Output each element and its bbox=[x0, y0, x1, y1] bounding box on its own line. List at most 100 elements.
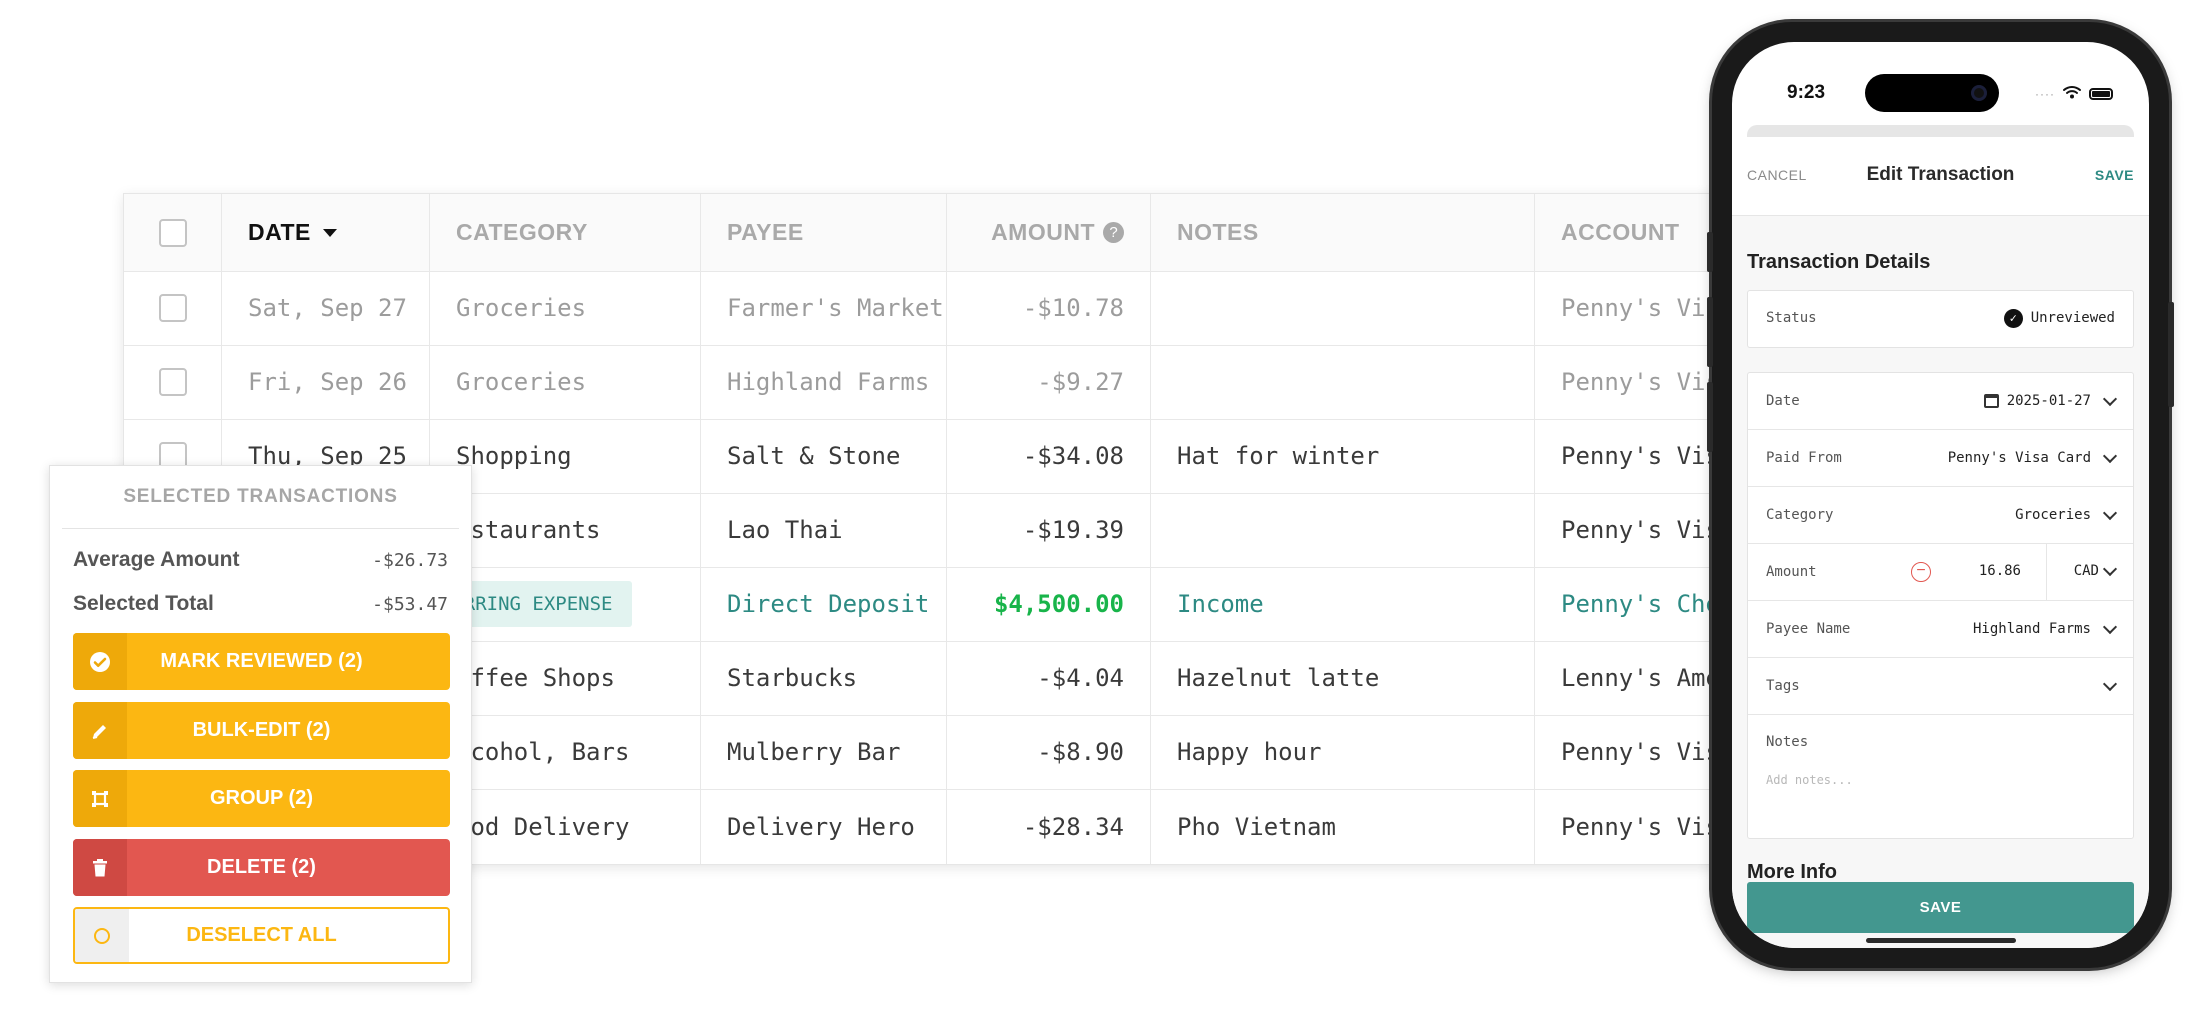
tags-field[interactable]: Tags bbox=[1748, 658, 2133, 715]
header-category[interactable]: CATEGORY bbox=[430, 194, 701, 271]
minus-circle-icon[interactable]: − bbox=[1911, 562, 1931, 582]
cell-category[interactable]: Groceries bbox=[430, 271, 701, 345]
cell-payee[interactable]: Starbucks bbox=[701, 641, 947, 715]
header-notes-label: NOTES bbox=[1177, 219, 1259, 245]
calendar-icon bbox=[1983, 394, 1999, 408]
header-date-label: DATE bbox=[248, 219, 311, 245]
chevron-down-icon bbox=[2102, 505, 2118, 520]
payee-value-wrap: Highland Farms bbox=[1972, 619, 2118, 637]
tags-value-wrap bbox=[2099, 676, 2118, 691]
status-value-wrap: ✓ Unreviewed bbox=[2003, 308, 2115, 328]
cell-payee[interactable]: Lao Thai bbox=[701, 493, 947, 567]
currency-select[interactable]: CAD bbox=[2073, 561, 2118, 579]
battery-icon bbox=[2089, 88, 2113, 100]
edit-transaction-navbar: CANCEL Edit Transaction SAVE bbox=[1732, 137, 2149, 216]
phone-side-button bbox=[1707, 232, 1713, 272]
group-icon bbox=[73, 770, 127, 827]
cell-notes[interactable] bbox=[1151, 271, 1535, 345]
cell-payee[interactable]: Highland Farms bbox=[701, 345, 947, 419]
header-account-label: ACCOUNT bbox=[1561, 219, 1680, 245]
delete-button[interactable]: DELETE (2) bbox=[73, 839, 450, 896]
payee-value: Highland Farms bbox=[1972, 621, 2091, 637]
cell-amount[interactable]: -$19.39 bbox=[947, 493, 1151, 567]
group-button[interactable]: GROUP (2) bbox=[73, 770, 450, 827]
header-date[interactable]: DATE bbox=[222, 194, 430, 271]
paid-from-field[interactable]: Paid From Penny's Visa Card bbox=[1748, 430, 2133, 487]
selected-total-value: -$53.47 bbox=[372, 593, 448, 615]
cell-notes[interactable]: Pho Vietnam bbox=[1151, 789, 1535, 864]
delete-label: DELETE (2) bbox=[207, 856, 316, 878]
row-checkbox[interactable] bbox=[158, 294, 187, 322]
cell-payee[interactable]: Delivery Hero bbox=[701, 789, 947, 864]
cell-amount[interactable]: -$28.34 bbox=[947, 789, 1151, 864]
phone-side-button bbox=[1707, 382, 1713, 452]
save-button[interactable]: SAVE bbox=[1747, 882, 2134, 933]
selected-total-row: Selected Total -$53.47 bbox=[73, 592, 448, 616]
status-icons: ···· bbox=[2035, 84, 2113, 104]
select-all-cell bbox=[124, 194, 222, 271]
bulk-edit-button[interactable]: BULK-EDIT (2) bbox=[73, 702, 450, 759]
mark-reviewed-button[interactable]: MARK REVIEWED (2) bbox=[73, 633, 450, 690]
table-row[interactable]: Sat, Sep 27 Groceries Farmer's Market -$… bbox=[124, 271, 1764, 346]
cell-date[interactable]: Sat, Sep 27 bbox=[222, 271, 430, 345]
paid-from-label: Paid From bbox=[1766, 450, 1842, 466]
chevron-down-icon bbox=[2102, 619, 2118, 634]
chevron-down-icon bbox=[2102, 676, 2118, 691]
header-payee[interactable]: PAYEE bbox=[701, 194, 947, 271]
header-amount[interactable]: AMOUNT? bbox=[947, 194, 1151, 271]
cell-notes[interactable] bbox=[1151, 493, 1535, 567]
cell-payee[interactable]: Farmer's Market bbox=[701, 271, 947, 345]
notes-input[interactable]: Add notes... bbox=[1766, 773, 1853, 787]
chevron-down-icon bbox=[2102, 448, 2118, 463]
cell-amount[interactable]: -$8.90 bbox=[947, 715, 1151, 789]
cell-payee[interactable]: Mulberry Bar bbox=[701, 715, 947, 789]
header-notes[interactable]: NOTES bbox=[1151, 194, 1535, 271]
notes-field[interactable]: Notes Add notes... bbox=[1748, 715, 2133, 836]
cell-notes[interactable]: Hat for winter bbox=[1151, 419, 1535, 493]
deselect-all-button[interactable]: DESELECT ALL bbox=[73, 907, 450, 964]
cell-amount[interactable]: -$10.78 bbox=[947, 271, 1151, 345]
cell-notes[interactable]: Income bbox=[1151, 567, 1535, 641]
check-circle-icon bbox=[73, 633, 127, 690]
save-link-button[interactable]: SAVE bbox=[2095, 167, 2134, 183]
chevron-down-icon bbox=[2102, 391, 2118, 406]
category-label: Category bbox=[1766, 507, 1834, 523]
cell-date[interactable]: Fri, Sep 26 bbox=[222, 345, 430, 419]
cell-notes[interactable]: Hazelnut latte bbox=[1151, 641, 1535, 715]
cell-amount[interactable]: -$9.27 bbox=[947, 345, 1151, 419]
table-row[interactable]: Fri, Sep 26 Groceries Highland Farms -$9… bbox=[124, 345, 1764, 420]
cell-payee[interactable]: Salt & Stone bbox=[701, 419, 947, 493]
category-field[interactable]: Category Groceries bbox=[1748, 487, 2133, 544]
header-category-label: CATEGORY bbox=[456, 219, 588, 245]
select-all-checkbox[interactable] bbox=[158, 218, 187, 247]
date-value: 2025-01-27 bbox=[2006, 393, 2091, 409]
cell-notes[interactable] bbox=[1151, 345, 1535, 419]
cell-payee[interactable]: Direct Deposit bbox=[701, 567, 947, 641]
trash-icon bbox=[73, 839, 127, 896]
date-field[interactable]: Date 2025-01-27 bbox=[1748, 373, 2133, 430]
cell-category[interactable]: Groceries bbox=[430, 345, 701, 419]
amount-value[interactable]: 16.86 bbox=[1979, 563, 2021, 579]
category-value-wrap: Groceries bbox=[2015, 505, 2118, 523]
cell-notes[interactable]: Happy hour bbox=[1151, 715, 1535, 789]
pencil-icon bbox=[73, 702, 127, 759]
cell-amount[interactable]: $4,500.00 bbox=[947, 567, 1151, 641]
cell-amount[interactable]: -$4.04 bbox=[947, 641, 1151, 715]
group-label: GROUP (2) bbox=[210, 787, 313, 809]
currency-value: CAD bbox=[2073, 563, 2099, 579]
question-circle-icon[interactable]: ? bbox=[1103, 222, 1124, 243]
status-field[interactable]: Status ✓ Unreviewed bbox=[1748, 291, 2133, 345]
wifi-icon bbox=[2063, 84, 2081, 104]
cell-amount[interactable]: -$34.08 bbox=[947, 419, 1151, 493]
amount-field[interactable]: Amount − 16.86 CAD bbox=[1748, 544, 2133, 601]
edit-form: Transaction Details Status ✓ Unreviewed … bbox=[1732, 216, 2149, 948]
status-value: Unreviewed bbox=[2030, 310, 2115, 326]
payee-field[interactable]: Payee Name Highland Farms bbox=[1748, 601, 2133, 658]
sheet-handle bbox=[1747, 125, 2134, 137]
average-amount-value: -$26.73 bbox=[372, 549, 448, 571]
caret-down-icon bbox=[322, 228, 337, 237]
row-checkbox[interactable] bbox=[158, 368, 187, 396]
section-more-info: More Info bbox=[1747, 861, 1837, 883]
average-amount-row: Average Amount -$26.73 bbox=[73, 548, 448, 572]
panel-divider bbox=[62, 528, 459, 529]
